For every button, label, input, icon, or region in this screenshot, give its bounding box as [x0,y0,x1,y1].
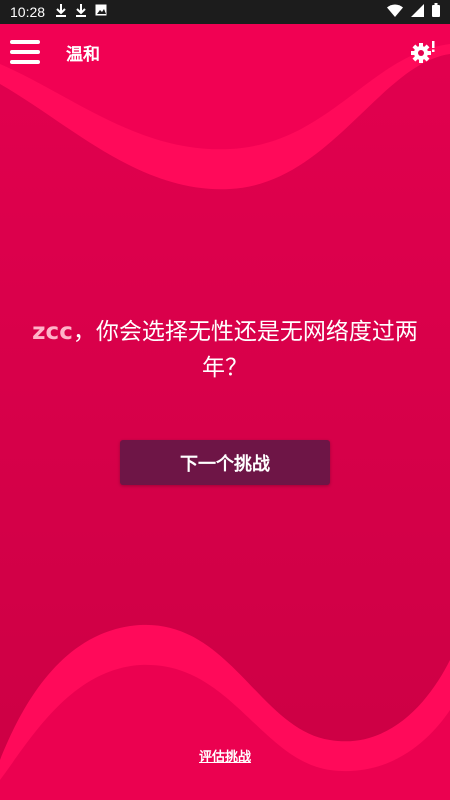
download-icon [75,3,87,21]
app-bar: 温和 [0,24,450,80]
signal-icon [411,3,424,21]
wifi-icon [387,4,403,21]
status-bar: 10:28 [0,0,450,24]
download-icon [55,3,67,21]
next-challenge-button[interactable]: 下一个挑战 [120,440,330,485]
challenge-question: zcc，你会选择无性还是无网络度过两年？ [20,314,430,386]
app-bar-title: 温和 [66,44,100,65]
settings-alert-icon[interactable] [410,39,436,65]
hamburger-menu-icon[interactable] [10,40,40,64]
battery-icon [432,3,440,21]
question-text: ，你会选择无性还是无网络度过两年？ [72,319,418,381]
player-name: zcc [32,319,73,345]
bottom-wave-decoration [0,624,450,800]
status-time: 10:28 [10,4,46,20]
rate-challenge-link[interactable]: 评估挑战 [0,746,450,765]
image-icon [95,4,107,20]
